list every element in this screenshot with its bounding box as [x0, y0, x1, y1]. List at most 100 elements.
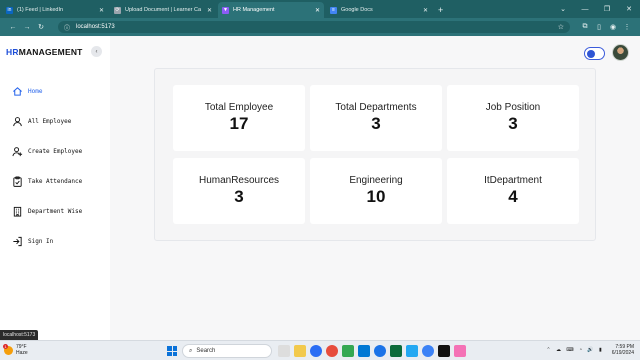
browser-tab[interactable]: ⟳ Upload Document | Learner Ca ✕ — [110, 2, 216, 18]
stat-card: Total Employee 17 — [173, 85, 305, 151]
avatar[interactable] — [612, 44, 629, 61]
tab-title: Google Docs — [341, 7, 373, 13]
address-bar[interactable]: ⓘ localhost:5173 ☆ — [58, 21, 570, 33]
chrome-icon[interactable] — [326, 345, 338, 357]
reload-icon[interactable]: ↻ — [34, 23, 48, 31]
stat-card: Job Position 3 — [447, 85, 579, 151]
vscode-icon[interactable] — [406, 345, 418, 357]
tray-icons[interactable]: ⌃ ☁ ⌨ ◔ 🔊 ▮ — [546, 347, 603, 353]
new-tab-button[interactable]: + — [438, 2, 443, 18]
building-icon — [12, 206, 23, 217]
address-toolbar: ← → ↻ ⓘ localhost:5173 ☆ ⧉ ▯ ◉ ⋮ — [0, 18, 640, 36]
tab-list: in (1) Feed | LinkedIn ✕ ⟳ Upload Document |… — [0, 0, 432, 18]
clock[interactable]: 7:59 PM 6/19/2024 — [612, 344, 634, 356]
sign-in-icon — [12, 236, 23, 247]
sidebar-menu: Home All Employee Create Employee Take Atte… — [12, 76, 82, 256]
system-tray: ⌃ ☁ ⌨ ◔ 🔊 ▮ 7:59 PM 6/19/2024 — [546, 344, 634, 356]
windows-start-icon[interactable] — [167, 346, 177, 356]
weather-condition: Haze — [16, 350, 28, 356]
url-text: localhost:5173 — [76, 24, 115, 30]
stat-value: 4 — [508, 187, 518, 206]
sidebar-item-department-wise[interactable]: Department Wise — [12, 196, 82, 226]
stat-value: 3 — [234, 187, 244, 206]
user-plus-icon — [12, 146, 23, 157]
windows-taskbar: 1 79°F Haze ⌕ Search ⌃ ☁ ⌨ ◔ 🔊 ▮ 7:59 PM 6… — [0, 340, 640, 360]
sidebar: HRMANAGEMENT ‹ Home All Employee Create Em… — [0, 36, 110, 340]
clipboard-check-icon — [12, 175, 23, 187]
store-icon[interactable] — [342, 345, 354, 357]
stat-value: 3 — [508, 114, 518, 133]
link-status-url: localhost:5173 — [0, 330, 39, 340]
notification-badge: 1 — [3, 343, 8, 349]
app-icon[interactable] — [374, 345, 386, 357]
extensions-icon[interactable]: ⧉ — [578, 23, 592, 31]
mail-icon[interactable] — [358, 345, 370, 357]
sidebar-item-all-employee[interactable]: All Employee — [12, 106, 82, 136]
tab-title: Upload Document | Learner Ca — [125, 7, 202, 13]
terminal-icon[interactable] — [438, 345, 450, 357]
stat-label: Total Departments — [335, 102, 417, 113]
sidebar-item-home[interactable]: Home — [12, 76, 82, 106]
theme-toggle[interactable] — [584, 47, 605, 60]
sidebar-item-take-attendance[interactable]: Take Attendance — [12, 166, 82, 196]
stat-card: ItDepartment 4 — [447, 158, 579, 224]
close-tab-icon[interactable]: ✕ — [207, 7, 212, 14]
excel-icon[interactable] — [390, 345, 402, 357]
forward-icon[interactable]: → — [20, 24, 34, 31]
collapse-sidebar-button[interactable]: ‹ — [91, 46, 102, 57]
window-controls: ⌄ — ❐ ✕ — [552, 0, 640, 18]
taskbar-search[interactable]: ⌕ Search — [182, 344, 272, 358]
sidebar-item-sign-in[interactable]: Sign In — [12, 226, 82, 256]
profile-icon[interactable]: ◉ — [606, 23, 620, 31]
stat-card: Engineering 10 — [310, 158, 442, 224]
sidebar-item-label: Sign In — [28, 237, 54, 245]
weather-sun-icon: 1 — [3, 343, 13, 355]
stats-panel: Total Employee 17 Total Departments 3 Job Po… — [154, 68, 596, 241]
upload-icon: ⟳ — [114, 6, 121, 14]
stat-card: Total Departments 3 — [310, 85, 442, 151]
sidebar-panel-icon[interactable]: ▯ — [592, 23, 606, 31]
sidebar-item-create-employee[interactable]: Create Employee — [12, 136, 82, 166]
close-tab-icon[interactable]: ✕ — [99, 7, 104, 14]
bookmark-star-icon[interactable]: ☆ — [558, 23, 564, 31]
back-icon[interactable]: ← — [6, 24, 20, 31]
tab-search-icon[interactable]: ⌄ — [552, 5, 574, 13]
sidebar-item-label: Home — [28, 87, 43, 95]
sidebar-item-label: Take Attendance — [28, 177, 83, 185]
site-info-icon[interactable]: ⓘ — [64, 23, 70, 32]
close-tab-icon[interactable]: ✕ — [315, 7, 320, 14]
stat-value: 17 — [229, 114, 249, 133]
browser-tab[interactable]: ▼ HR Management ✕ — [218, 2, 324, 18]
date: 6/19/2024 — [611, 350, 634, 356]
tab-title: (1) Feed | LinkedIn — [17, 7, 64, 13]
stat-label: HumanResources — [198, 175, 280, 186]
weather-widget[interactable]: 1 79°F Haze — [3, 343, 28, 356]
tab-title: HR Management — [233, 7, 275, 13]
photos-icon[interactable] — [454, 345, 466, 357]
stat-label: Job Position — [485, 102, 541, 113]
toggle-knob — [587, 50, 595, 58]
stat-label: Engineering — [349, 175, 403, 186]
browser-tab[interactable]: ≡ Google Docs ✕ — [326, 2, 432, 18]
sidebar-item-label: Department Wise — [28, 207, 83, 215]
stat-card: HumanResources 3 — [173, 158, 305, 224]
taskbar-apps — [278, 345, 470, 357]
stat-label: Total Employee — [204, 102, 274, 113]
linkedin-icon: in — [6, 6, 13, 14]
file-explorer-icon[interactable] — [294, 345, 306, 357]
close-tab-icon[interactable]: ✕ — [423, 7, 428, 14]
browser-tab[interactable]: in (1) Feed | LinkedIn ✕ — [2, 2, 108, 18]
home-icon — [12, 86, 23, 97]
stat-value: 3 — [371, 114, 381, 133]
edge-icon[interactable] — [310, 345, 322, 357]
docs-icon: ≡ — [330, 6, 337, 14]
maximize-icon[interactable]: ❐ — [596, 5, 618, 13]
browser-menu-icon[interactable]: ⋮ — [620, 23, 634, 31]
close-window-icon[interactable]: ✕ — [618, 5, 640, 13]
user-icon — [12, 116, 23, 127]
browser-icon[interactable] — [422, 345, 434, 357]
vite-icon: ▼ — [222, 6, 229, 14]
minimize-icon[interactable]: — — [574, 6, 596, 13]
sidebar-item-label: Create Employee — [28, 147, 83, 155]
taskview-icon[interactable] — [278, 345, 290, 357]
